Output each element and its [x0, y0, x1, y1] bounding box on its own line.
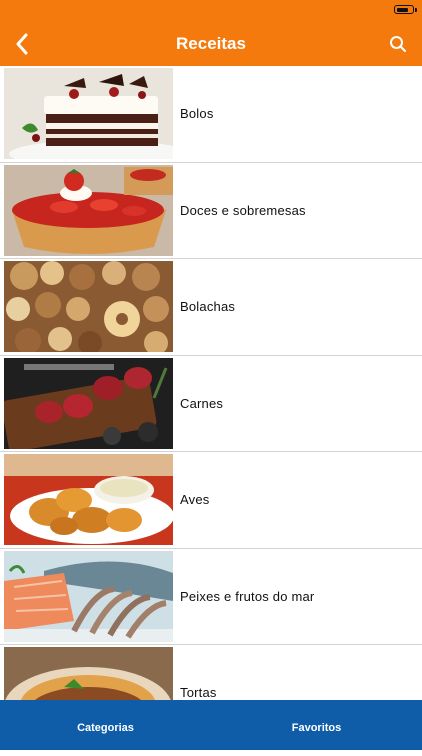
tab-categorias[interactable]: Categorias	[0, 700, 211, 750]
category-list[interactable]: Bolos Doces e sobremesas Bolachas Carnes…	[0, 66, 422, 700]
list-item-doces[interactable]: Doces e sobremesas	[0, 163, 422, 259]
navigation-bar: Receitas	[0, 22, 422, 66]
tab-favoritos[interactable]: Favoritos	[211, 700, 422, 750]
search-icon	[390, 36, 407, 53]
list-item-carnes[interactable]: Carnes	[0, 356, 422, 452]
category-label: Carnes	[180, 395, 224, 411]
category-label: Doces e sobremesas	[180, 202, 306, 218]
list-item-aves[interactable]: Aves	[0, 452, 422, 549]
status-bar	[0, 0, 422, 22]
steaks-image	[4, 357, 173, 449]
list-item-bolos[interactable]: Bolos	[0, 66, 422, 163]
page-title: Receitas	[176, 34, 246, 53]
cake-image	[4, 68, 173, 159]
cookies-image	[4, 261, 173, 352]
list-item-bolachas[interactable]: Bolachas	[0, 259, 422, 356]
category-label: Bolos	[180, 106, 214, 121]
fried-chicken-image	[4, 454, 173, 545]
category-label: Peixes e frutos do mar	[180, 588, 315, 604]
category-label: Bolachas	[180, 299, 236, 314]
category-label: Aves	[180, 492, 210, 507]
category-label: Tortas	[180, 685, 217, 700]
strawberry-tart-image	[4, 164, 173, 256]
search-button[interactable]	[382, 22, 414, 66]
seafood-image	[4, 550, 173, 642]
tab-bar: Categorias Favoritos	[0, 700, 422, 750]
list-item-peixes[interactable]: Peixes e frutos do mar	[0, 549, 422, 645]
pie-image	[4, 647, 173, 700]
list-item-tortas[interactable]: Tortas	[0, 645, 422, 700]
battery-icon	[394, 5, 417, 14]
